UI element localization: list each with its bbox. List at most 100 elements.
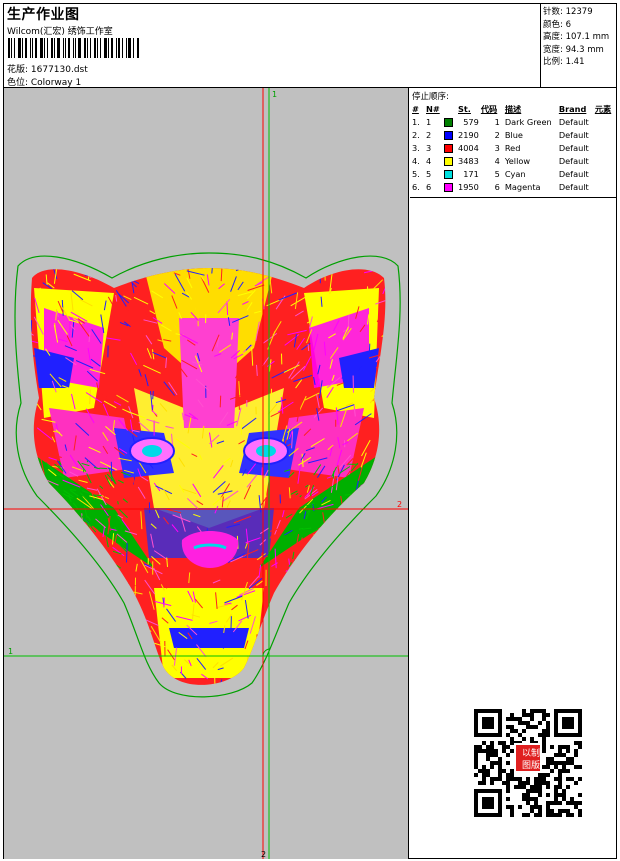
row-description: Dark Green [504,116,552,127]
qr-module [546,773,550,777]
stitch-line [46,539,58,554]
stitch-line [58,670,64,676]
stitch-line [96,254,109,262]
barcode-bar [73,38,74,58]
stitch-line [85,643,89,656]
stitch-line [30,559,42,572]
col-header-swatch [443,102,457,115]
stitch-line [366,597,371,615]
qr-module [510,729,514,733]
qr-module [550,801,554,805]
qr-module [494,749,498,753]
qr-module [502,741,506,745]
qr-module [546,805,550,809]
qr-module [534,813,538,817]
stitch-line [102,686,106,695]
stitch-line [181,259,185,264]
stitch-line [359,664,363,680]
qr-module [538,773,542,777]
stitch-line [108,268,121,271]
stitch-line [72,625,82,645]
stitch-line [33,549,42,561]
worksheet: 生产作业图 Wilcom(汇宏) 绣饰工作室 花版: 1677130.dst 色… [3,3,617,859]
stitch-line [210,687,213,692]
stitch-line [368,599,372,613]
stitch-line [51,540,60,554]
stitch-line [93,573,96,577]
stitch-line [238,394,240,410]
qr-module [490,753,494,757]
barcode-bar [32,38,33,58]
qr-module [562,753,566,757]
stitch-line [302,568,306,579]
qr-module [506,733,510,737]
barcode-bar [133,38,134,58]
stitch-line [367,528,370,535]
design-preview: 1 2 1 2 [4,88,409,859]
stitch-line [30,649,40,659]
barcode-bar [51,38,53,58]
stitch-line [332,470,335,479]
stitch-line [367,286,369,298]
row-swatch [443,115,457,128]
barcode-bar [100,38,101,58]
stitch-line [33,528,36,534]
qr-module [502,769,506,773]
qr-module [550,761,554,765]
qr-module [538,813,542,817]
stitch-line [68,585,78,589]
qr-module [558,777,562,781]
row-swatch [443,128,457,141]
qr-module [510,777,514,781]
stitch-line [364,584,373,595]
row-brand: Default [558,142,589,153]
stitch-line [31,590,42,594]
stitch-line [311,688,315,695]
stitch-line [352,494,365,503]
barcode-bar [57,38,60,58]
stitch-line [21,370,30,372]
stitch-line [362,652,370,668]
qr-module [498,773,502,777]
right-eye-iris [256,445,276,457]
stitch-line [290,673,293,685]
stitch-line [32,621,36,630]
qr-module [514,717,518,721]
barcode-bar [94,38,96,58]
qr-module [570,801,574,805]
color-swatch [444,156,453,166]
stitch-line [22,421,29,426]
barcode-bar [54,38,55,58]
stitch-line [36,627,43,637]
stitch-line [333,583,348,589]
row-stitches: 579 [463,116,479,127]
stitch-line [345,569,350,576]
stitch-line [318,577,328,587]
stitch-line [245,683,248,685]
stitch-line [316,536,326,546]
stitch-line [30,365,36,378]
qr-module [506,777,510,781]
stitch-line [122,682,125,685]
stitch-line [32,494,37,502]
stitch-line [294,568,300,573]
seal-char-4: 版 [531,759,540,771]
stitch-line [17,583,29,587]
stitch-line [152,390,154,400]
qr-module [558,809,562,813]
qr-module [566,809,570,813]
stitch-line [137,655,144,663]
qr-module [534,781,538,785]
qr-module [566,749,570,753]
row-swatch [443,141,457,154]
qr-module [526,789,530,793]
stitch-line [314,576,320,583]
qr-module [554,777,558,781]
stitch-line [141,624,143,632]
qr-module [570,757,574,761]
stitch-line [42,544,53,553]
qr-module [478,745,482,749]
stitch-line [382,370,386,375]
qr-module [510,749,514,753]
stitch-line [373,638,386,645]
